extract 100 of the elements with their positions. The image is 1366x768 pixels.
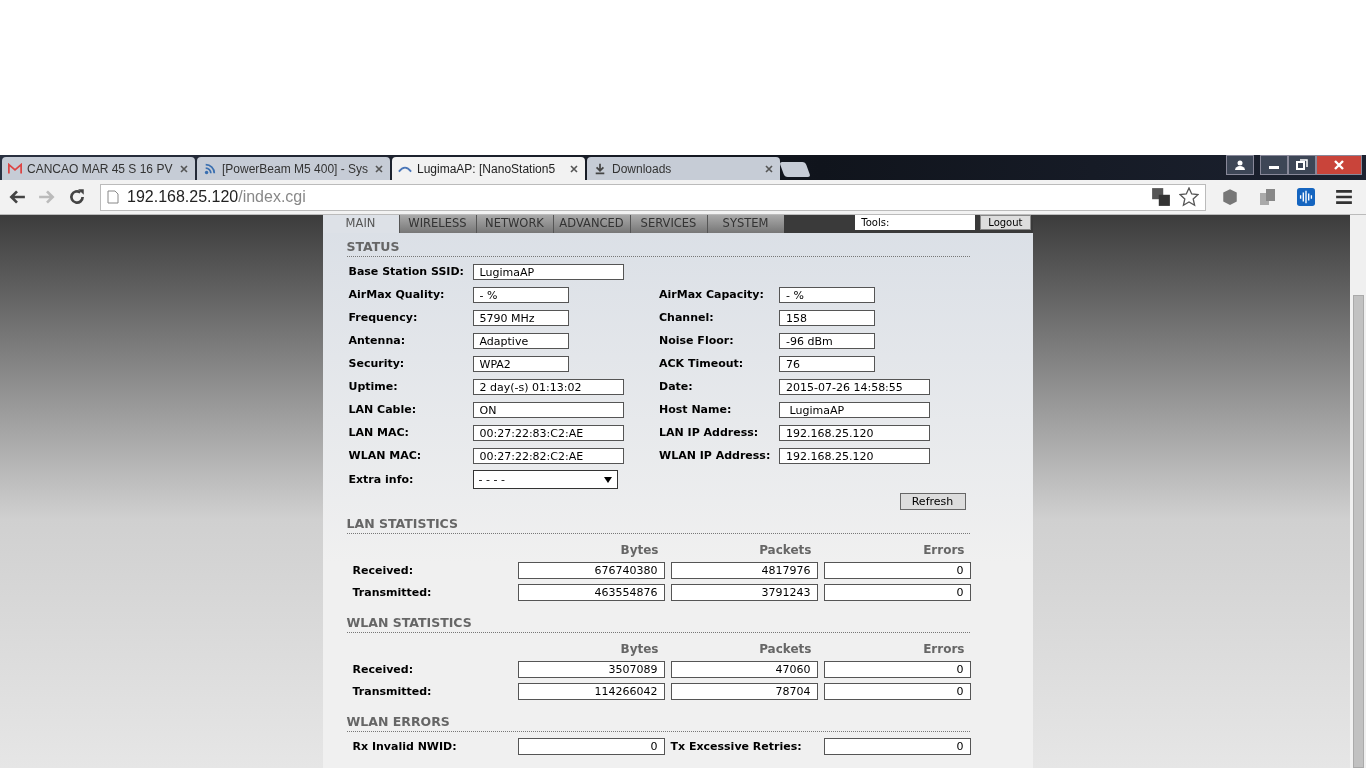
download-icon [593,162,607,175]
stat-field[interactable]: 0 [823,562,971,579]
minimize-icon [1269,166,1279,169]
text-field[interactable]: 158 [779,309,875,326]
field-label: Noise Floor: [659,334,735,347]
extra-info-dropdown[interactable]: - - - - [472,470,618,489]
page-icon [107,190,119,204]
restore-button[interactable] [1288,155,1316,175]
nav-tab[interactable]: SYSTEM [706,215,784,233]
audio-wave-icon[interactable] [1297,188,1315,206]
field-label: Frequency: [348,311,419,324]
text-field[interactable]: 192.168.25.120 [779,424,930,441]
row-label: Tx Excessive Retries: [670,740,803,753]
refresh-button[interactable]: Refresh [899,493,966,510]
mail-icon [8,162,22,175]
field-label: Security: [348,357,406,370]
nav-tab[interactable]: ADVANCED [552,215,630,233]
field-label: Antenna: [348,334,407,347]
row-label: Transmitted: [352,685,433,698]
text-field[interactable]: ON [472,401,624,418]
minimize-button[interactable] [1260,155,1288,175]
address-bar[interactable]: 192.168.25.120/index.cgi [100,183,1206,211]
nav-tab[interactable]: NETWORK [475,215,553,233]
field-label: Date: [659,380,694,393]
nav-tab[interactable]: WIRELESS [398,215,476,233]
text-field[interactable]: - % [472,286,569,303]
copy-icon[interactable] [1259,188,1277,206]
field-label: LAN MAC: [348,426,410,439]
nav-tab[interactable]: SERVICES [629,215,707,233]
text-field[interactable]: LugimaAP [472,263,624,280]
close-icon[interactable] [569,163,579,174]
column-header: Errors [922,543,966,557]
column-header: Bytes [619,642,660,656]
text-field[interactable]: Adaptive [472,332,569,349]
browser-tab[interactable]: LugimaAP: [NanoStation5 [392,157,585,180]
translate-icon[interactable] [1151,187,1171,207]
text-field[interactable]: - % [779,286,875,303]
new-tab-button[interactable] [779,162,811,177]
text-field[interactable]: 5790 MHz [472,309,569,326]
section-heading: WLAN ERRORS [346,714,970,732]
text-field[interactable]: 2015-07-26 14:58:55 [779,378,930,395]
stat-field[interactable]: 78704 [670,683,818,700]
close-icon [1333,159,1345,171]
person-icon [1234,159,1246,171]
browser-tab[interactable]: Downloads [587,157,780,180]
text-field[interactable]: LugimaAP [779,401,930,418]
row-label: Received: [352,663,415,676]
close-button[interactable] [1316,155,1362,175]
field-label: WLAN MAC: [348,449,423,462]
field-label: WLAN IP Address: [659,449,772,462]
menu-icon[interactable] [1335,188,1353,206]
text-field[interactable]: 00:27:22:82:C2:AE [472,447,624,464]
scrollbar[interactable] [1350,215,1366,768]
text-field[interactable]: 192.168.25.120 [779,447,930,464]
row-label: Rx Invalid NWID: [352,740,458,753]
stat-field[interactable]: 4817976 [670,562,818,579]
close-icon[interactable] [179,163,189,174]
feed-icon [203,162,217,175]
restore-icon [1296,159,1308,171]
logout-button[interactable]: Logout [980,215,1031,230]
back-icon[interactable] [8,188,26,206]
scrollbar-thumb[interactable] [1352,295,1364,768]
field-label: AirMax Capacity: [659,288,765,301]
profile-button[interactable] [1226,155,1254,175]
star-icon[interactable] [1179,187,1199,207]
browser-tab[interactable]: [PowerBeam M5 400] - Sys [197,157,390,180]
text-field[interactable]: 2 day(-s) 01:13:02 [472,378,624,395]
field-label: LAN IP Address: [659,426,760,439]
stat-field[interactable]: 0 [517,738,665,755]
column-header: Errors [922,642,966,656]
close-icon[interactable] [764,163,774,174]
stat-field[interactable]: 0 [823,584,971,601]
close-icon[interactable] [374,163,384,174]
stat-field[interactable]: 114266042 [517,683,665,700]
stat-field[interactable]: 0 [823,683,971,700]
field-label: Channel: [659,311,715,324]
field-label: LAN Cable: [348,403,418,416]
stat-field[interactable]: 463554876 [517,584,665,601]
browser-tab[interactable]: CANCAO MAR 45 S 16 PV [2,157,195,180]
field-label: ACK Timeout: [659,357,745,370]
stat-field[interactable]: 0 [823,661,971,678]
tools-dropdown[interactable]: Tools: [855,215,976,230]
field-label: Base Station SSID: [348,265,465,278]
stat-field[interactable]: 0 [823,738,971,755]
section-heading: STATUS [346,239,970,257]
reload-icon[interactable] [68,188,86,206]
stat-field[interactable]: 3791243 [670,584,818,601]
text-field[interactable]: 00:27:22:83:C2:AE [472,424,624,441]
section-heading: LAN STATISTICS [346,516,970,534]
field-label: AirMax Quality: [348,288,446,301]
stat-field[interactable]: 47060 [670,661,818,678]
cube-icon[interactable] [1221,188,1239,206]
text-field[interactable]: 76 [779,355,875,372]
text-field[interactable]: -96 dBm [779,332,875,349]
column-header: Packets [758,543,813,557]
column-header: Bytes [619,543,660,557]
stat-field[interactable]: 676740380 [517,562,665,579]
stat-field[interactable]: 3507089 [517,661,665,678]
column-header: Packets [758,642,813,656]
text-field[interactable]: WPA2 [472,355,569,372]
